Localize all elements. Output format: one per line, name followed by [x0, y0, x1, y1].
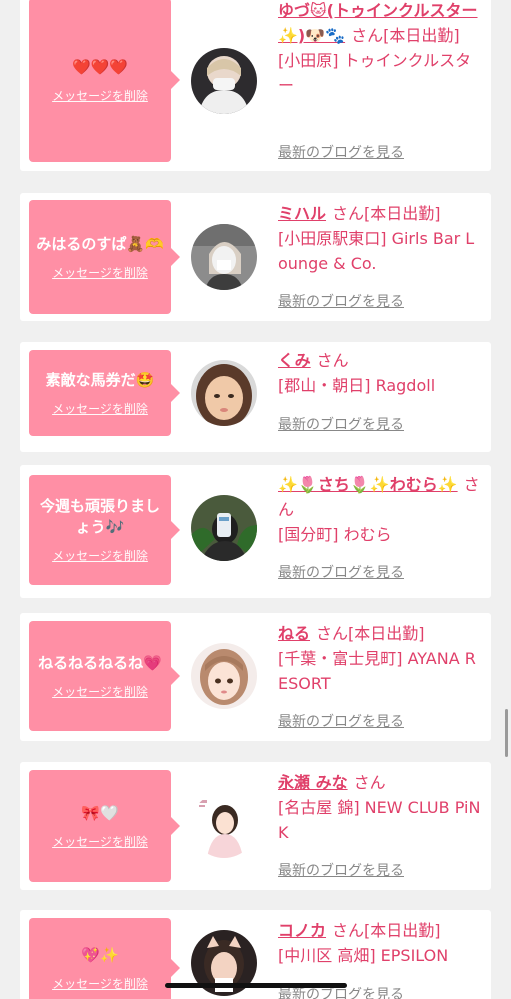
honorific: さん: [353, 773, 386, 792]
shop-name: [郡山・朝日] Ragdoll: [278, 376, 436, 395]
honorific: さん: [332, 921, 365, 940]
cast-name-link[interactable]: コノカ: [278, 921, 326, 940]
avatar[interactable]: [191, 643, 257, 709]
delete-message-link[interactable]: メッセージを削除: [52, 975, 148, 992]
attendance-status: [本日出勤]: [364, 204, 441, 223]
message-card: 今週も頑張りましょう🎶 メッセージを削除 ✨🌷さち🌷✨わむら✨ さん [国分町] …: [20, 465, 491, 598]
delete-message-link[interactable]: メッセージを削除: [52, 400, 148, 417]
message-text: ❤️❤️❤️: [71, 57, 129, 76]
cast-name-link[interactable]: ミハル: [278, 204, 326, 223]
cast-info: ✨🌷さち🌷✨わむら✨ さん [国分町] わむら: [278, 472, 483, 547]
avatar[interactable]: [191, 360, 257, 426]
delete-message-link[interactable]: メッセージを削除: [52, 87, 148, 104]
cast-info: 永瀬 みな さん [名古屋 錦] NEW CLUB PiNK: [278, 770, 483, 845]
latest-blog-link[interactable]: 最新のブログを見る: [278, 291, 404, 311]
shop-name: [中川区 高畑] EPSILON: [278, 946, 449, 965]
cast-info: ミハル さん[本日出勤] [小田原駅東口] Girls Bar Lounge & …: [278, 201, 483, 276]
scrollbar[interactable]: [505, 709, 508, 757]
attendance-status: [本日出勤]: [348, 624, 425, 643]
message-card: 素敵な馬券だ🤩 メッセージを削除 くみ さん [郡山・朝日] Ragdoll 最新…: [20, 342, 491, 452]
message-card: 🎀🤍 メッセージを削除 永瀬 みな さん [名古屋 錦] NEW CLUB PiN…: [20, 762, 491, 890]
message-bubble: みはるのすぱ🧸🫶 メッセージを削除: [29, 200, 180, 314]
message-text: 今週も頑張りましょう🎶: [39, 497, 160, 536]
cast-info: くみ さん [郡山・朝日] Ragdoll: [278, 348, 483, 398]
delete-message-link[interactable]: メッセージを削除: [52, 833, 148, 850]
cast-info: ねる さん[本日出勤] [千葉・富士見町] AYANA RESORT: [278, 621, 483, 696]
cast-name-link[interactable]: ねる: [278, 624, 310, 643]
message-text: ねるねるねるね💗: [38, 653, 162, 672]
message-text: 🎀🤍: [81, 803, 119, 822]
honorific: さん: [332, 204, 365, 223]
message-bubble: 💖✨ メッセージを削除: [29, 918, 180, 999]
cast-info: ゆづ🐱(トゥインクルスター✨)🐶🐾 さん[本日出勤] [小田原] トゥインクルスタ…: [278, 0, 483, 98]
home-indicator[interactable]: [165, 983, 347, 988]
shop-name: [小田原] トゥインクルスター: [278, 51, 472, 95]
message-bubble: ❤️❤️❤️ メッセージを削除: [29, 0, 180, 162]
avatar[interactable]: [191, 792, 257, 858]
shop-name: [国分町] わむら: [278, 525, 392, 544]
cast-name-link[interactable]: くみ: [278, 351, 311, 370]
honorific: さん: [351, 26, 384, 45]
shop-name: [小田原駅東口] Girls Bar Lounge & Co.: [278, 229, 475, 273]
honorific: さん: [316, 351, 349, 370]
attendance-status: [本日出勤]: [383, 26, 460, 45]
message-bubble: 素敵な馬券だ🤩 メッセージを削除: [29, 350, 180, 436]
message-text: みはるのすぱ🧸🫶: [36, 234, 164, 253]
avatar[interactable]: [191, 495, 257, 561]
delete-message-link[interactable]: メッセージを削除: [52, 264, 148, 281]
avatar[interactable]: [191, 48, 257, 114]
latest-blog-link[interactable]: 最新のブログを見る: [278, 142, 404, 162]
attendance-status: [本日出勤]: [364, 921, 441, 940]
message-text: 素敵な馬券だ🤩: [45, 370, 155, 389]
latest-blog-link[interactable]: 最新のブログを見る: [278, 860, 404, 880]
shop-name: [千葉・富士見町] AYANA RESORT: [278, 649, 476, 693]
delete-message-link[interactable]: メッセージを削除: [52, 547, 148, 564]
delete-message-link[interactable]: メッセージを削除: [52, 683, 148, 700]
latest-blog-link[interactable]: 最新のブログを見る: [278, 562, 404, 582]
latest-blog-link[interactable]: 最新のブログを見る: [278, 711, 404, 731]
honorific: さん: [316, 624, 349, 643]
message-bubble: 🎀🤍 メッセージを削除: [29, 770, 180, 882]
latest-blog-link[interactable]: 最新のブログを見る: [278, 414, 404, 434]
shop-name: [名古屋 錦] NEW CLUB PiNK: [278, 798, 481, 842]
message-bubble: ねるねるねるね💗 メッセージを削除: [29, 621, 180, 731]
cast-name-link[interactable]: ✨🌷さち🌷✨わむら✨: [278, 475, 458, 494]
message-card: ❤️❤️❤️ メッセージを削除 ゆづ🐱(トゥインクルスター✨)🐶🐾 さん[本日出勤…: [20, 0, 491, 171]
avatar[interactable]: [191, 224, 257, 290]
message-card: ねるねるねるね💗 メッセージを削除 ねる さん[本日出勤] [千葉・富士見町] A…: [20, 613, 491, 741]
cast-name-link[interactable]: 永瀬 みな: [278, 773, 348, 792]
cast-info: コノカ さん[本日出勤] [中川区 高畑] EPSILON: [278, 918, 483, 968]
message-card: みはるのすぱ🧸🫶 メッセージを削除 ミハル さん[本日出勤] [小田原駅東口] G…: [20, 193, 491, 321]
message-text: 💖✨: [81, 945, 119, 964]
message-bubble: 今週も頑張りましょう🎶 メッセージを削除: [29, 475, 180, 585]
